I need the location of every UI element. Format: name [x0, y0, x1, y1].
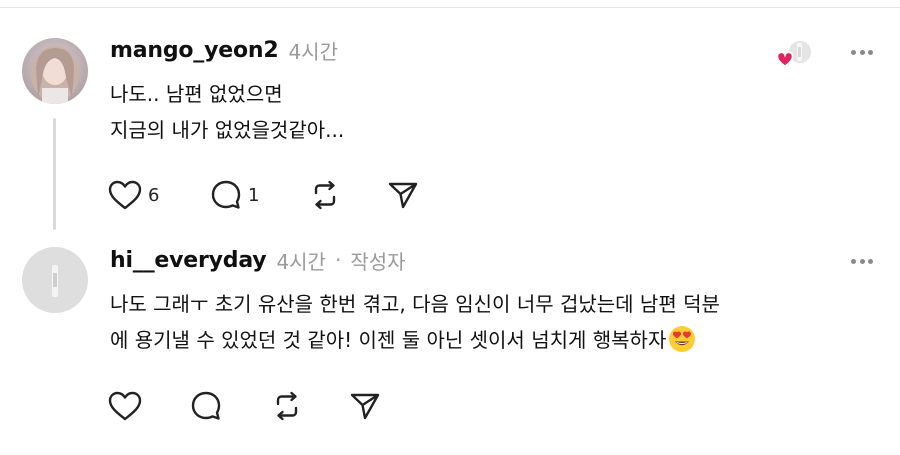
liked-by-author-badge[interactable]: [772, 38, 818, 72]
repost-icon: [314, 180, 336, 210]
like-button[interactable]: 6: [108, 177, 159, 213]
heart-badge-icon: [776, 51, 794, 68]
heart-eyes-emoji: [669, 326, 696, 352]
like-count: 6: [148, 184, 160, 206]
avatar[interactable]: [22, 247, 88, 313]
comment-text: 나도 그래ㅜ 초기 유산을 한번 겪고, 다음 임신이 너무 겁났는데 남편 덕…: [110, 286, 720, 358]
repost-button[interactable]: [308, 177, 342, 213]
comment-text: 나도.. 남편 없었으면 지금의 내가 없었을것같아...: [110, 76, 344, 148]
send-icon: [350, 393, 380, 420]
comment-line: 지금의 내가 없었을것같아...: [110, 118, 345, 142]
heart-icon: [108, 180, 142, 210]
repost-button[interactable]: [270, 388, 304, 424]
thread-line: [53, 118, 56, 230]
send-icon: [388, 182, 418, 209]
comment-1: mango_yeon2 4시간 나도.. 남편 없었으면 지금의 내가 없었을것…: [0, 0, 900, 235]
more-options-button[interactable]: [848, 42, 876, 62]
reply-button[interactable]: 1: [210, 177, 259, 213]
reply-button[interactable]: [190, 388, 222, 424]
avatar[interactable]: [22, 38, 88, 104]
more-icon: [851, 49, 856, 55]
comment-icon: [191, 391, 221, 420]
heart-icon: [108, 391, 142, 421]
more-icon: [851, 258, 856, 264]
author-tag: 작성자: [350, 249, 406, 274]
timestamp: 4시간: [288, 39, 338, 64]
share-button[interactable]: [386, 177, 420, 213]
comment-icon: [211, 180, 241, 209]
comment-header: mango_yeon2 4시간: [110, 34, 338, 66]
separator-dot: ·: [334, 248, 342, 272]
comment-2: hi__everyday 4시간 · 작성자 나도 그래ㅜ 초기 유산을 한번 …: [0, 235, 900, 455]
share-button[interactable]: [348, 388, 382, 424]
repost-icon: [276, 391, 298, 421]
comment-header: hi__everyday 4시간 · 작성자: [110, 244, 406, 276]
comment-line: 나도 그래ㅜ 초기 유산을 한번 겪고, 다음 임신이 너무 겁났는데 남편 덕…: [110, 292, 720, 316]
comment-line: 에 용기낼 수 있었던 것 같아! 이젠 둘 아닌 셋이서 넘치게 행복하자: [110, 328, 667, 352]
comment-line-with-emoji: 에 용기낼 수 있었던 것 같아! 이젠 둘 아닌 셋이서 넘치게 행복하자: [110, 322, 720, 358]
comment-line: 나도.. 남편 없었으면: [110, 82, 283, 106]
username[interactable]: hi__everyday: [110, 248, 267, 273]
timestamp: 4시간: [276, 249, 326, 274]
username[interactable]: mango_yeon2: [110, 38, 279, 63]
more-options-button[interactable]: [848, 251, 876, 271]
reply-count: 1: [248, 184, 260, 206]
like-button[interactable]: [108, 388, 142, 424]
